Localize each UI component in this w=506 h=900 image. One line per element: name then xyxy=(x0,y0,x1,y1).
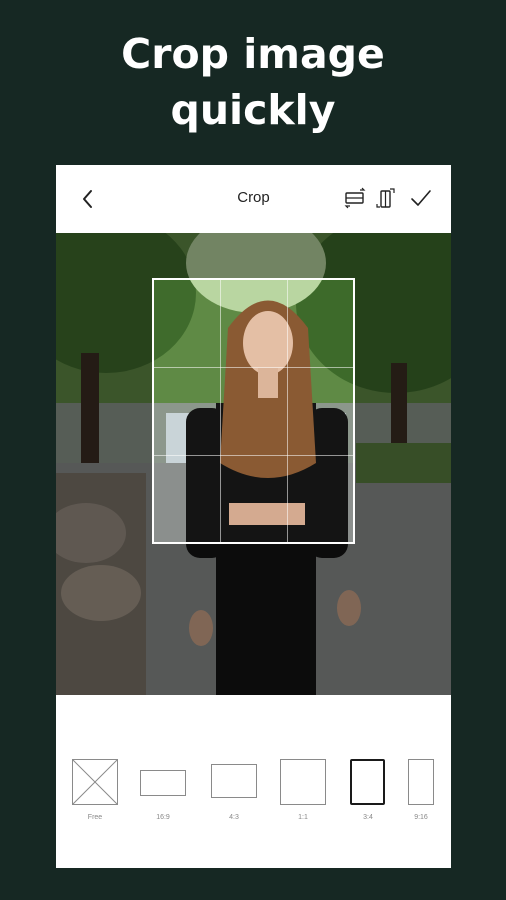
ratio-16-9[interactable]: 16:9 xyxy=(140,759,186,821)
ratio-label: 1:1 xyxy=(298,814,308,821)
crop-frame[interactable] xyxy=(152,278,355,544)
ratio-label: 9:16 xyxy=(414,814,428,821)
flip-vertical-button[interactable] xyxy=(374,186,398,210)
flip-horizontal-icon xyxy=(344,187,366,209)
ratio-label: 16:9 xyxy=(156,814,170,821)
ratio-label: 3:4 xyxy=(363,814,373,821)
ratio-free-icon xyxy=(72,759,118,805)
headline-line-2: quickly xyxy=(170,86,336,134)
ratio-4-3[interactable]: 4:3 xyxy=(211,759,257,821)
image-canvas[interactable] xyxy=(56,233,451,695)
ratio-1-1[interactable]: 1:1 xyxy=(280,759,326,821)
ratio-free[interactable]: Free xyxy=(72,759,118,821)
grid-line-h2 xyxy=(154,455,353,456)
ratio-9-16[interactable]: 9:16 xyxy=(408,759,434,821)
ratio-16-9-icon xyxy=(140,770,186,796)
grid-line-v1 xyxy=(220,280,221,542)
photo-cropped xyxy=(154,280,353,542)
app-screen: Crop Free 16:9 4:3 1:1 3:4 9:16 xyxy=(56,165,451,868)
ratio-3-4-icon-selected xyxy=(350,759,385,805)
confirm-button[interactable] xyxy=(409,186,433,210)
ratio-label: Free xyxy=(87,814,103,821)
flip-vertical-icon xyxy=(376,188,395,208)
grid-line-v2 xyxy=(287,280,288,542)
flip-horizontal-button[interactable] xyxy=(343,186,367,210)
ratio-1-1-icon xyxy=(280,759,326,805)
grid-line-h1 xyxy=(154,367,353,368)
ratio-9-16-icon xyxy=(408,759,434,805)
checkmark-icon xyxy=(411,190,431,206)
ratio-3-4[interactable]: 3:4 xyxy=(350,759,386,821)
ratio-4-3-icon xyxy=(211,764,257,798)
headline: Crop image quickly xyxy=(0,26,506,138)
aspect-ratio-bar: Free 16:9 4:3 1:1 3:4 9:16 xyxy=(56,695,451,868)
ratio-label: 4:3 xyxy=(229,814,239,821)
headline-line-1: Crop image xyxy=(121,30,385,78)
top-bar: Crop xyxy=(56,165,451,233)
